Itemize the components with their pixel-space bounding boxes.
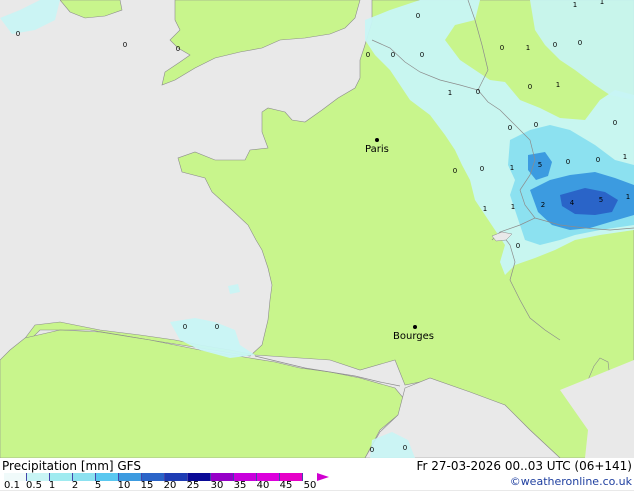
city-label: Bourges	[393, 331, 434, 342]
weather-map-page: Paris Bourges 0 0 0 0 0 0 0 1 0 0 1 1 0 …	[0, 0, 634, 491]
precip-value: 1	[448, 89, 452, 97]
precipitation-map: Paris Bourges 0 0 0 0 0 0 0 1 0 0 1 1 0 …	[0, 0, 634, 458]
forecast-datetime: Fr 27-03-2026 00..03 UTC (06+141)	[416, 459, 632, 473]
precip-value: 0	[596, 156, 600, 164]
precip-value: 0	[416, 12, 420, 20]
precip-value: 0	[420, 51, 424, 59]
precip-value: 0	[215, 323, 219, 331]
precip-value: 0	[403, 444, 407, 452]
precip-value: 0	[16, 30, 20, 38]
precip-value: 0	[566, 158, 570, 166]
precip-value: 1	[556, 81, 560, 89]
precip-value: 0	[480, 165, 484, 173]
precip-value: 0	[366, 51, 370, 59]
precip-value: 1	[483, 205, 487, 213]
precip-value: 0	[476, 88, 480, 96]
scale-tick-label: 50	[303, 480, 317, 491]
scale-tick-label: 20	[163, 480, 177, 491]
scale-tick-label: 35	[233, 480, 247, 491]
city-label: Paris	[365, 144, 389, 155]
precip-value: 0	[370, 446, 374, 454]
precip-value: 0	[613, 119, 617, 127]
scale-tick-label: 2	[71, 480, 79, 491]
scale-tick-label: 25	[186, 480, 200, 491]
precip-value: 5	[538, 161, 542, 169]
precip-value: 0	[123, 41, 127, 49]
precip-value: 1	[600, 0, 604, 6]
scale-tick-label: 10	[117, 480, 131, 491]
scale-tick-label: 15	[140, 480, 154, 491]
precip-value: 0	[183, 323, 187, 331]
city-marker	[413, 325, 417, 329]
credit-link[interactable]: ©weatheronline.co.uk	[510, 475, 632, 488]
map-title: Precipitation [mm] GFS	[2, 459, 141, 473]
precip-value: 0	[453, 167, 457, 175]
city-marker	[375, 138, 379, 142]
precip-value: 0	[508, 124, 512, 132]
precip-value: 0	[528, 83, 532, 91]
precip-value: 0	[176, 45, 180, 53]
precip-value: 0	[500, 44, 504, 52]
precip-value: 1	[511, 203, 515, 211]
precip-value: 0	[391, 51, 395, 59]
scale-tick-label: 0.1	[4, 480, 20, 491]
scale-tick-label: 0.5	[26, 480, 42, 491]
scale-arrow-icon	[317, 473, 329, 481]
scale-tick-label: 1	[48, 480, 56, 491]
precip-value: 0	[578, 39, 582, 47]
scale-tick-label: 5	[94, 480, 102, 491]
precip-value: 4	[570, 199, 575, 207]
precip-value: 0	[534, 121, 538, 129]
precip-value: 5	[599, 196, 603, 204]
precip-value: 2	[541, 201, 545, 209]
precip-value: 1	[626, 193, 630, 201]
scale-tick-label: 30	[210, 480, 224, 491]
precip-value: 1	[623, 153, 627, 161]
precip-value: 0	[516, 242, 520, 250]
precip-value: 1	[510, 164, 514, 172]
precip-value: 1	[526, 44, 530, 52]
precip-value: 0	[553, 41, 557, 49]
scale-tick-label: 40	[256, 480, 270, 491]
precip-value: 1	[573, 1, 577, 9]
scale-tick-label: 45	[279, 480, 293, 491]
